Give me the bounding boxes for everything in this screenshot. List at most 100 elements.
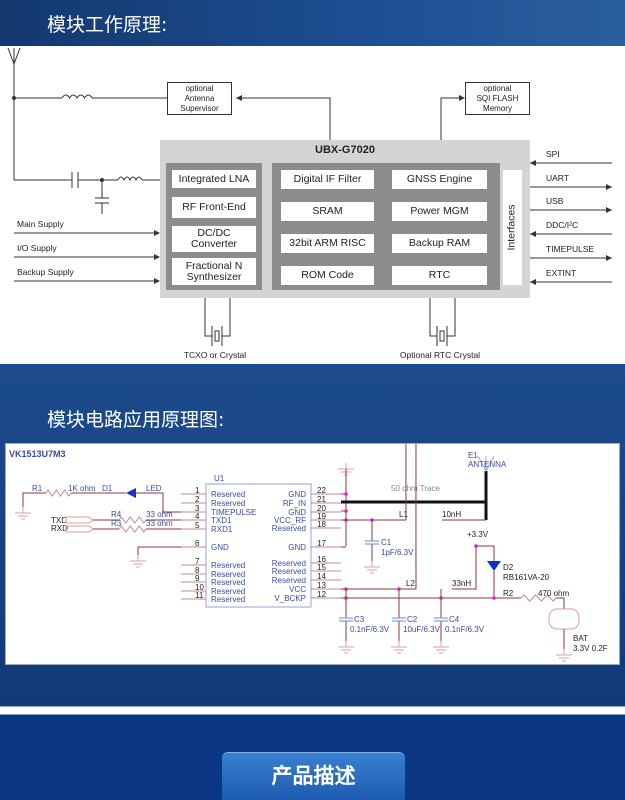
diode-icon — [487, 561, 501, 571]
core-block: RTC — [392, 266, 487, 285]
schematic-label: 22 — [317, 486, 326, 495]
schematic-label: 21 — [317, 495, 326, 504]
schematic-label: RXD1 — [211, 525, 233, 534]
wire — [118, 516, 147, 524]
wire — [15, 507, 31, 520]
schematic-label: E1 — [468, 451, 478, 460]
signal-label: DDC/I²C — [546, 220, 579, 230]
schematic-label: 33 ohm — [146, 519, 173, 528]
core-block: Backup RAM — [392, 234, 487, 253]
schematic-label: C2 — [407, 615, 418, 624]
wire — [341, 469, 347, 548]
schematic-label: LED — [146, 484, 162, 493]
schematic: VK1513U7M3 U1 1 Reserved 2 Reserved 3 TIMEPULSE… — [5, 0, 620, 665]
schematic-label: 15 — [317, 563, 326, 572]
schematic-label: 1pF/6.3V — [381, 548, 414, 557]
schematic-label: 33 ohm — [146, 510, 173, 519]
supply-label: I/O Supply — [17, 243, 57, 253]
schematic-label: 33nH — [452, 579, 471, 588]
product-description-tab[interactable]: 产品描述 — [222, 752, 405, 800]
wire — [476, 545, 495, 598]
rf-block: Fractional N Synthesizer — [172, 258, 256, 285]
schematic-label: R2 — [503, 589, 514, 598]
battery-icon — [548, 608, 580, 630]
schematic-label: C4 — [449, 615, 460, 624]
schematic-label: 1K ohm — [68, 484, 96, 493]
wire — [137, 546, 181, 555]
junction — [344, 509, 348, 513]
schematic-label: Reserved — [211, 561, 245, 570]
chip-label: UBX-G7020 — [315, 144, 375, 156]
schematic-label: GND — [288, 490, 306, 499]
schematic-label: RB161VA-20 — [503, 573, 550, 582]
schematic-label: Reserved — [272, 524, 306, 533]
core-block: SRAM — [281, 202, 374, 221]
schematic-label: 2 — [195, 495, 200, 504]
signal-label: SPI — [546, 149, 560, 159]
signal-label: USB — [546, 196, 564, 206]
schematic-label: RF_IN — [283, 499, 306, 508]
schematic-label: C1 — [381, 538, 392, 547]
label: optional — [483, 83, 512, 93]
schematic-label: Reserved — [211, 578, 245, 587]
wire — [118, 525, 147, 533]
wire — [433, 641, 449, 654]
schematic-label: TXD1 — [211, 516, 232, 525]
schematic-label: Reserved — [272, 576, 306, 585]
schematic-label: R3 — [111, 519, 122, 528]
schematic-label: VCC — [289, 585, 306, 594]
wire — [506, 597, 565, 609]
schematic-label: GND — [211, 543, 229, 552]
wire — [338, 641, 354, 654]
schematic-label: Reserved — [211, 595, 245, 604]
wire — [22, 492, 46, 507]
schematic-label: 10uF/6.3V — [403, 625, 441, 634]
rf-block: RF Front-End — [172, 197, 256, 218]
wire — [392, 617, 406, 622]
schematic-label: 5 — [195, 521, 200, 530]
wire — [556, 649, 572, 662]
schematic-label: 3.3V 0.2F — [573, 644, 608, 653]
label: Supervisor — [180, 103, 219, 113]
wire — [65, 516, 94, 533]
label: Antenna — [184, 93, 215, 103]
schematic-label: 12 — [317, 590, 326, 599]
label: optional — [185, 83, 214, 93]
schematic-label: L1 — [399, 510, 408, 519]
section-title: 模块工作原理: — [47, 14, 168, 36]
schematic-label: 13 — [317, 581, 326, 590]
antenna-supervisor-box: optional Antenna Supervisor — [167, 82, 232, 115]
junction — [344, 492, 348, 496]
schematic-label: V_BCKP — [274, 594, 306, 603]
schematic-label: 0.1nF/6.3V — [445, 625, 485, 634]
schematic-label: 4 — [195, 512, 200, 521]
crystal2-label: Optional RTC Crystal — [399, 350, 481, 360]
supply-label: Backup Supply — [17, 267, 74, 277]
label: Memory — [483, 103, 512, 113]
schematic-label: L2 — [406, 579, 415, 588]
junction — [492, 596, 496, 600]
schematic-label: 0.1nF/6.3V — [350, 625, 390, 634]
signal-label: TIMEPULSE — [546, 244, 595, 254]
schematic-label: R1 — [32, 484, 43, 493]
core-block: 32bit ARM RISC — [281, 234, 374, 253]
schematic-label: 14 — [317, 572, 326, 581]
signal-label: UART — [546, 173, 569, 183]
schematic-label: +3.3V — [467, 530, 489, 539]
core-block: ROM Code — [281, 266, 374, 285]
schematic-label: BAT — [573, 634, 588, 643]
schematic-label: 18 — [317, 520, 326, 529]
label: SQI FLASH — [476, 93, 519, 103]
interfaces-block: Interfaces — [503, 170, 522, 285]
led-diode-icon — [126, 488, 136, 498]
schematic-label: 6 — [195, 539, 200, 548]
wire — [365, 540, 379, 545]
core-block: GNSS Engine — [392, 170, 487, 189]
schematic-label: 10nH — [442, 510, 461, 519]
wire — [415, 0, 421, 590]
schematic-label: C3 — [354, 615, 365, 624]
wire — [391, 641, 407, 654]
wire — [339, 617, 353, 622]
label: Interfaces — [506, 204, 519, 251]
wire — [130, 555, 146, 568]
